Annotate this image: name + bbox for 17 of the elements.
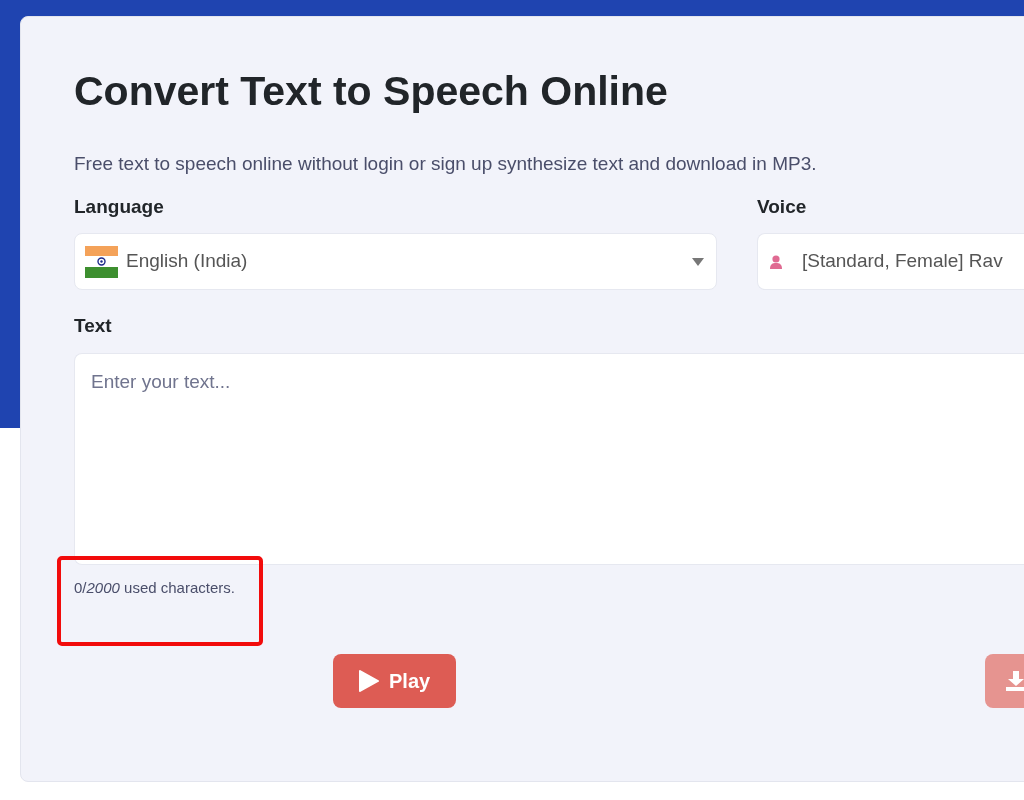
text-input-field[interactable]: Enter your text...	[74, 352, 1024, 565]
voice-value: [Standard, Female] Rav	[802, 249, 1003, 274]
play-icon	[359, 670, 379, 693]
dropdown-caret-icon	[692, 257, 704, 266]
character-counter: 0/2000 used characters.	[74, 577, 236, 598]
language-label: Language	[74, 194, 165, 219]
text-label: Text	[74, 314, 113, 339]
person-icon	[770, 254, 782, 269]
voice-select[interactable]: [Standard, Female] Rav	[757, 233, 1024, 291]
download-icon	[1005, 670, 1024, 693]
language-select[interactable]: English (India)	[74, 233, 717, 291]
description-text: Free text to speech online without login or sign up synthesize text and download in MP3.	[74, 152, 818, 177]
flag-icon	[85, 245, 118, 278]
play-button[interactable]: Play	[333, 654, 457, 709]
language-value: English (India)	[126, 249, 249, 274]
page-title: Convert Text to Speech Online	[74, 67, 669, 116]
voice-label: Voice	[757, 194, 808, 219]
